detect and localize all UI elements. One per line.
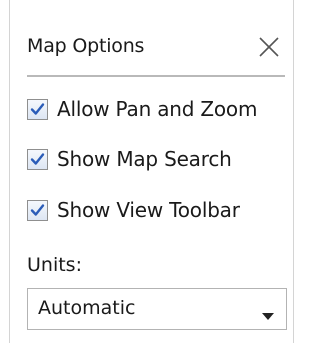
checkmark-icon [30, 153, 45, 165]
header-divider [27, 75, 285, 77]
checkbox-label[interactable]: Allow Pan and Zoom [57, 95, 257, 123]
checkbox-box[interactable] [27, 149, 48, 170]
checkbox-box[interactable] [27, 99, 48, 120]
chevron-down-icon [262, 306, 274, 325]
close-icon[interactable] [255, 33, 283, 61]
panel-header: Map Options [10, 0, 293, 96]
panel-title: Map Options [27, 35, 145, 57]
show-view-toolbar-checkbox[interactable]: Show View Toolbar [27, 196, 287, 226]
show-map-search-checkbox[interactable]: Show Map Search [27, 145, 287, 175]
checkbox-label[interactable]: Show View Toolbar [57, 196, 240, 224]
checkbox-box[interactable] [27, 200, 48, 221]
units-dropdown[interactable]: Automatic [27, 288, 287, 330]
allow-pan-zoom-checkbox[interactable]: Allow Pan and Zoom [27, 95, 287, 125]
units-label: Units: [27, 254, 82, 276]
checkmark-icon [30, 103, 45, 115]
checkbox-label[interactable]: Show Map Search [57, 145, 232, 173]
map-options-panel: Map Options Allow Pan and Zoom Show Map … [9, 0, 294, 343]
checkmark-icon [30, 204, 45, 216]
units-selected-value: Automatic [38, 297, 136, 319]
